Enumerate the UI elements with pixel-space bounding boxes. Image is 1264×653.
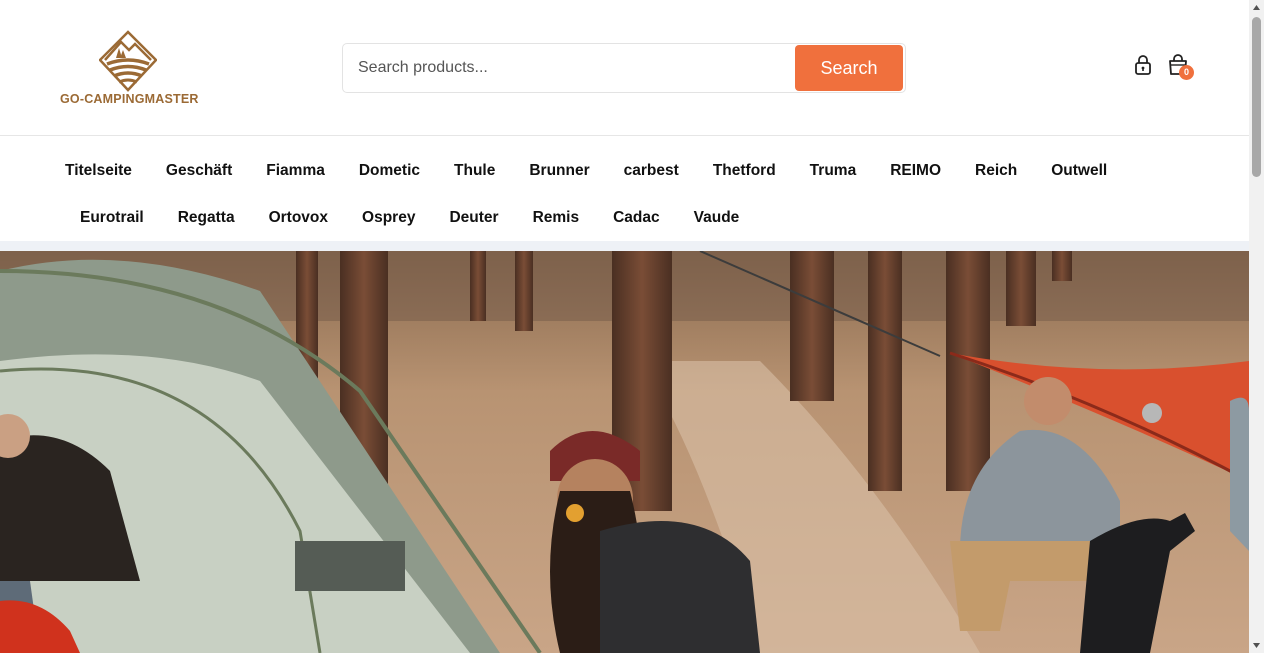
nav-item-geschäft[interactable]: Geschäft bbox=[149, 161, 249, 181]
hero-image-camping-scene bbox=[0, 251, 1249, 653]
nav-item-osprey[interactable]: Osprey bbox=[345, 208, 432, 228]
scroll-up-arrow-icon[interactable] bbox=[1249, 0, 1264, 15]
brand-logo[interactable]: GO-CAMPINGMASTER bbox=[58, 30, 203, 110]
search-form: Search bbox=[342, 43, 906, 93]
nav-item-remis[interactable]: Remis bbox=[516, 208, 597, 228]
page: GO-CAMPINGMASTER Search 0 TitelseiteGesc… bbox=[0, 0, 1249, 653]
hero-banner bbox=[0, 251, 1249, 653]
nav-item-cadac[interactable]: Cadac bbox=[596, 208, 677, 228]
nav-item-ortovox[interactable]: Ortovox bbox=[252, 208, 345, 228]
nav-item-outwell[interactable]: Outwell bbox=[1034, 161, 1124, 181]
nav-item-dometic[interactable]: Dometic bbox=[342, 161, 437, 181]
account-button[interactable] bbox=[1133, 53, 1157, 79]
nav-item-reich[interactable]: Reich bbox=[958, 161, 1034, 181]
cart-count-badge: 0 bbox=[1179, 65, 1194, 80]
search-button[interactable]: Search bbox=[795, 45, 903, 91]
main-navigation: Titelseite Geschäft Fiamma Dometic Thule Brun… bbox=[0, 137, 1249, 241]
nav-item-regatta[interactable]: Regatta bbox=[161, 208, 252, 228]
brand-name: GO-CAMPINGMASTER bbox=[60, 92, 199, 106]
vertical-scrollbar[interactable] bbox=[1249, 0, 1264, 653]
nav-item-thetford[interactable]: Thetford bbox=[696, 161, 793, 181]
nav-item-fiamma[interactable]: Fiamma bbox=[249, 161, 342, 181]
nav-item-carbest[interactable]: carbest bbox=[607, 161, 696, 181]
site-header: GO-CAMPINGMASTER Search 0 bbox=[0, 0, 1249, 136]
nav-row-primary: Titelseite Geschäft Fiamma Dometic Thule Brun… bbox=[48, 161, 1124, 181]
section-divider bbox=[0, 241, 1249, 251]
search-input[interactable] bbox=[343, 44, 793, 92]
nav-item-deuter[interactable]: Deuter bbox=[432, 208, 515, 228]
lock-icon bbox=[1135, 55, 1151, 75]
nav-item-eurotrail[interactable]: Eurotrail bbox=[63, 208, 161, 228]
nav-item-titelseite[interactable]: Titelseite bbox=[48, 161, 149, 181]
cart-button[interactable]: 0 bbox=[1167, 53, 1194, 80]
scrollbar-thumb[interactable] bbox=[1252, 17, 1261, 177]
nav-item-brunner[interactable]: Brunner bbox=[512, 161, 606, 181]
scroll-down-arrow-icon[interactable] bbox=[1249, 638, 1264, 653]
mountain-tent-logo-icon bbox=[99, 30, 157, 92]
nav-item-reimo[interactable]: REIMO bbox=[873, 161, 958, 181]
nav-item-truma[interactable]: Truma bbox=[793, 161, 874, 181]
nav-item-thule[interactable]: Thule bbox=[437, 161, 512, 181]
nav-row-secondary: Eurotrail Regatta Ortovox Osprey Deuter Remis… bbox=[63, 208, 756, 228]
nav-item-vaude[interactable]: Vaude bbox=[677, 208, 757, 228]
